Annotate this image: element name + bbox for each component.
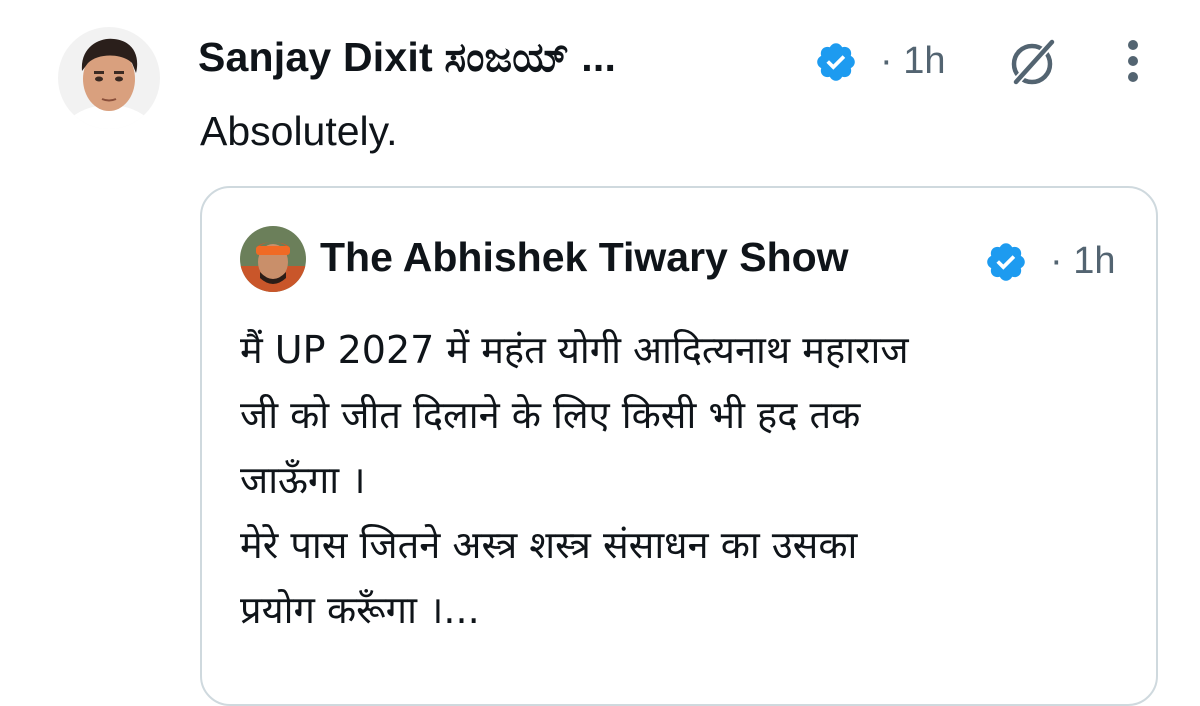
quoted-verified-badge-icon — [987, 243, 1025, 281]
quoted-post-card[interactable]: The Abhishek Tiwary Show · 1h मैं UP 202… — [200, 186, 1158, 706]
quoted-text-line: मेरे पास जितने अस्त्र शस्त्र संसाधन का उ… — [240, 523, 858, 567]
grok-icon[interactable] — [1006, 34, 1062, 90]
quoted-text-line: जी को जीत दिलाने के लिए किसी भी हद तक — [240, 393, 861, 437]
verified-badge-icon — [817, 43, 855, 81]
quoted-post-text: मैं UP 2027 में महंत योगी आदित्यनाथ महार… — [240, 318, 1120, 643]
post-header: Sanjay Dixit ಸಂಜಯ್ ... · 1h — [198, 32, 1158, 92]
quoted-post-time[interactable]: · 1h — [1050, 240, 1115, 283]
post-time[interactable]: · 1h — [880, 40, 945, 83]
quoted-text-line: प्रयोग करूँगा ।... — [240, 588, 480, 632]
author-avatar[interactable] — [58, 27, 160, 129]
quoted-author-name[interactable]: The Abhishek Tiwary Show — [320, 234, 849, 281]
quoted-text-line: जाऊँगा । — [240, 458, 366, 502]
post-text: Absolutely. — [200, 108, 398, 154]
author-name[interactable]: Sanjay Dixit ಸಂಜಯ್ ... — [198, 34, 616, 82]
more-vertical-icon[interactable] — [1122, 38, 1144, 84]
quoted-author-avatar[interactable] — [240, 226, 306, 292]
quoted-text-line: मैं UP 2027 में महंत योगी आदित्यनाथ महार… — [240, 328, 909, 372]
